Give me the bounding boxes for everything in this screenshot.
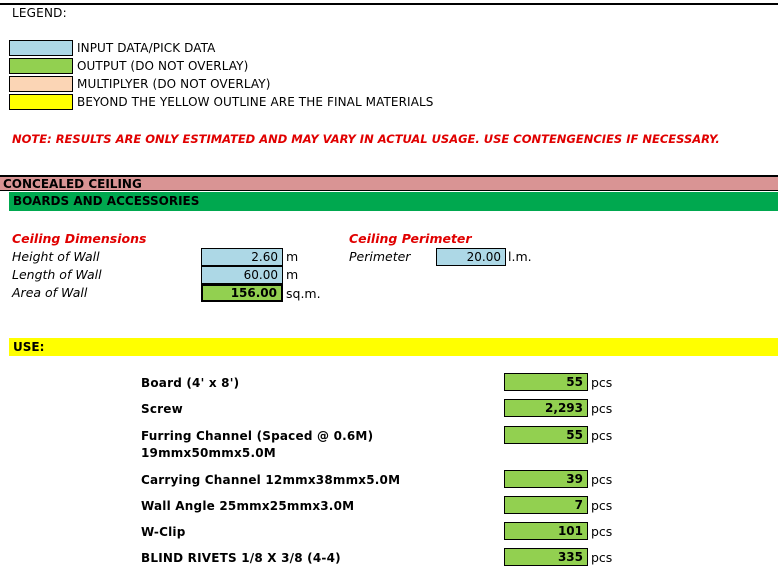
item-label-furring-size: 19mmx50mmx5.0M <box>141 446 276 460</box>
section-subtitle: BOARDS AND ACCESSORIES <box>9 192 778 211</box>
item-unit-furring: pcs <box>591 428 613 443</box>
height-input[interactable]: 2.60 <box>201 248 283 266</box>
item-label-wall-angle: Wall Angle 25mmx25mmx3.0M <box>141 499 355 513</box>
legend-swatch-final <box>9 94 73 110</box>
item-value-furring: 55 <box>504 426 588 444</box>
item-unit-board: pcs <box>591 375 613 390</box>
item-unit-wall-angle: pcs <box>591 498 613 513</box>
area-output: 156.00 <box>201 284 283 302</box>
legend-title: LEGEND: <box>12 6 67 20</box>
perimeter-heading: Ceiling Perimeter <box>349 231 472 246</box>
item-value-blind-rivets: 335 <box>504 548 588 566</box>
legend-label-multiplyer: MULTIPLYER (DO NOT OVERLAY) <box>77 77 271 91</box>
item-value-screw: 2,293 <box>504 399 588 417</box>
legend-swatch-input <box>9 40 73 56</box>
item-label-blind-rivets: BLIND RIVETS 1/8 X 3/8 (4-4) <box>141 551 341 565</box>
area-unit: sq.m. <box>286 286 321 301</box>
perimeter-unit: l.m. <box>508 249 532 264</box>
item-label-furring: Furring Channel (Spaced @ 0.6M) <box>141 429 374 443</box>
area-label: Area of Wall <box>12 285 88 300</box>
item-label-board: Board (4' x 8') <box>141 376 240 390</box>
top-border <box>0 3 778 5</box>
item-value-carrying: 39 <box>504 470 588 488</box>
item-label-w-clip: W-Clip <box>141 525 186 539</box>
length-unit: m <box>286 267 299 282</box>
item-value-board: 55 <box>504 373 588 391</box>
item-label-screw: Screw <box>141 402 183 416</box>
item-unit-blind-rivets: pcs <box>591 550 613 565</box>
item-unit-screw: pcs <box>591 401 613 416</box>
perimeter-label: Perimeter <box>349 249 411 264</box>
height-label: Height of Wall <box>12 249 100 264</box>
item-value-wall-angle: 7 <box>504 496 588 514</box>
legend-label-output: OUTPUT (DO NOT OVERLAY) <box>77 59 249 73</box>
perimeter-input[interactable]: 20.00 <box>436 248 506 266</box>
height-unit: m <box>286 249 299 264</box>
dimensions-heading: Ceiling Dimensions <box>12 231 147 246</box>
estimate-note: NOTE: RESULTS ARE ONLY ESTIMATED AND MAY… <box>12 132 720 146</box>
legend-swatch-output <box>9 58 73 74</box>
legend-label-final: BEYOND THE YELLOW OUTLINE ARE THE FINAL … <box>77 95 434 109</box>
item-unit-w-clip: pcs <box>591 524 613 539</box>
legend-swatch-multiplyer <box>9 76 73 92</box>
item-label-carrying: Carrying Channel 12mmx38mmx5.0M <box>141 473 401 487</box>
item-value-w-clip: 101 <box>504 522 588 540</box>
length-input[interactable]: 60.00 <box>201 266 283 284</box>
use-bar: USE: <box>9 338 778 356</box>
section-title: CONCEALED CEILING <box>0 175 778 191</box>
legend-label-input: INPUT DATA/PICK DATA <box>77 41 216 55</box>
length-label: Length of Wall <box>12 267 102 282</box>
item-unit-carrying: pcs <box>591 472 613 487</box>
